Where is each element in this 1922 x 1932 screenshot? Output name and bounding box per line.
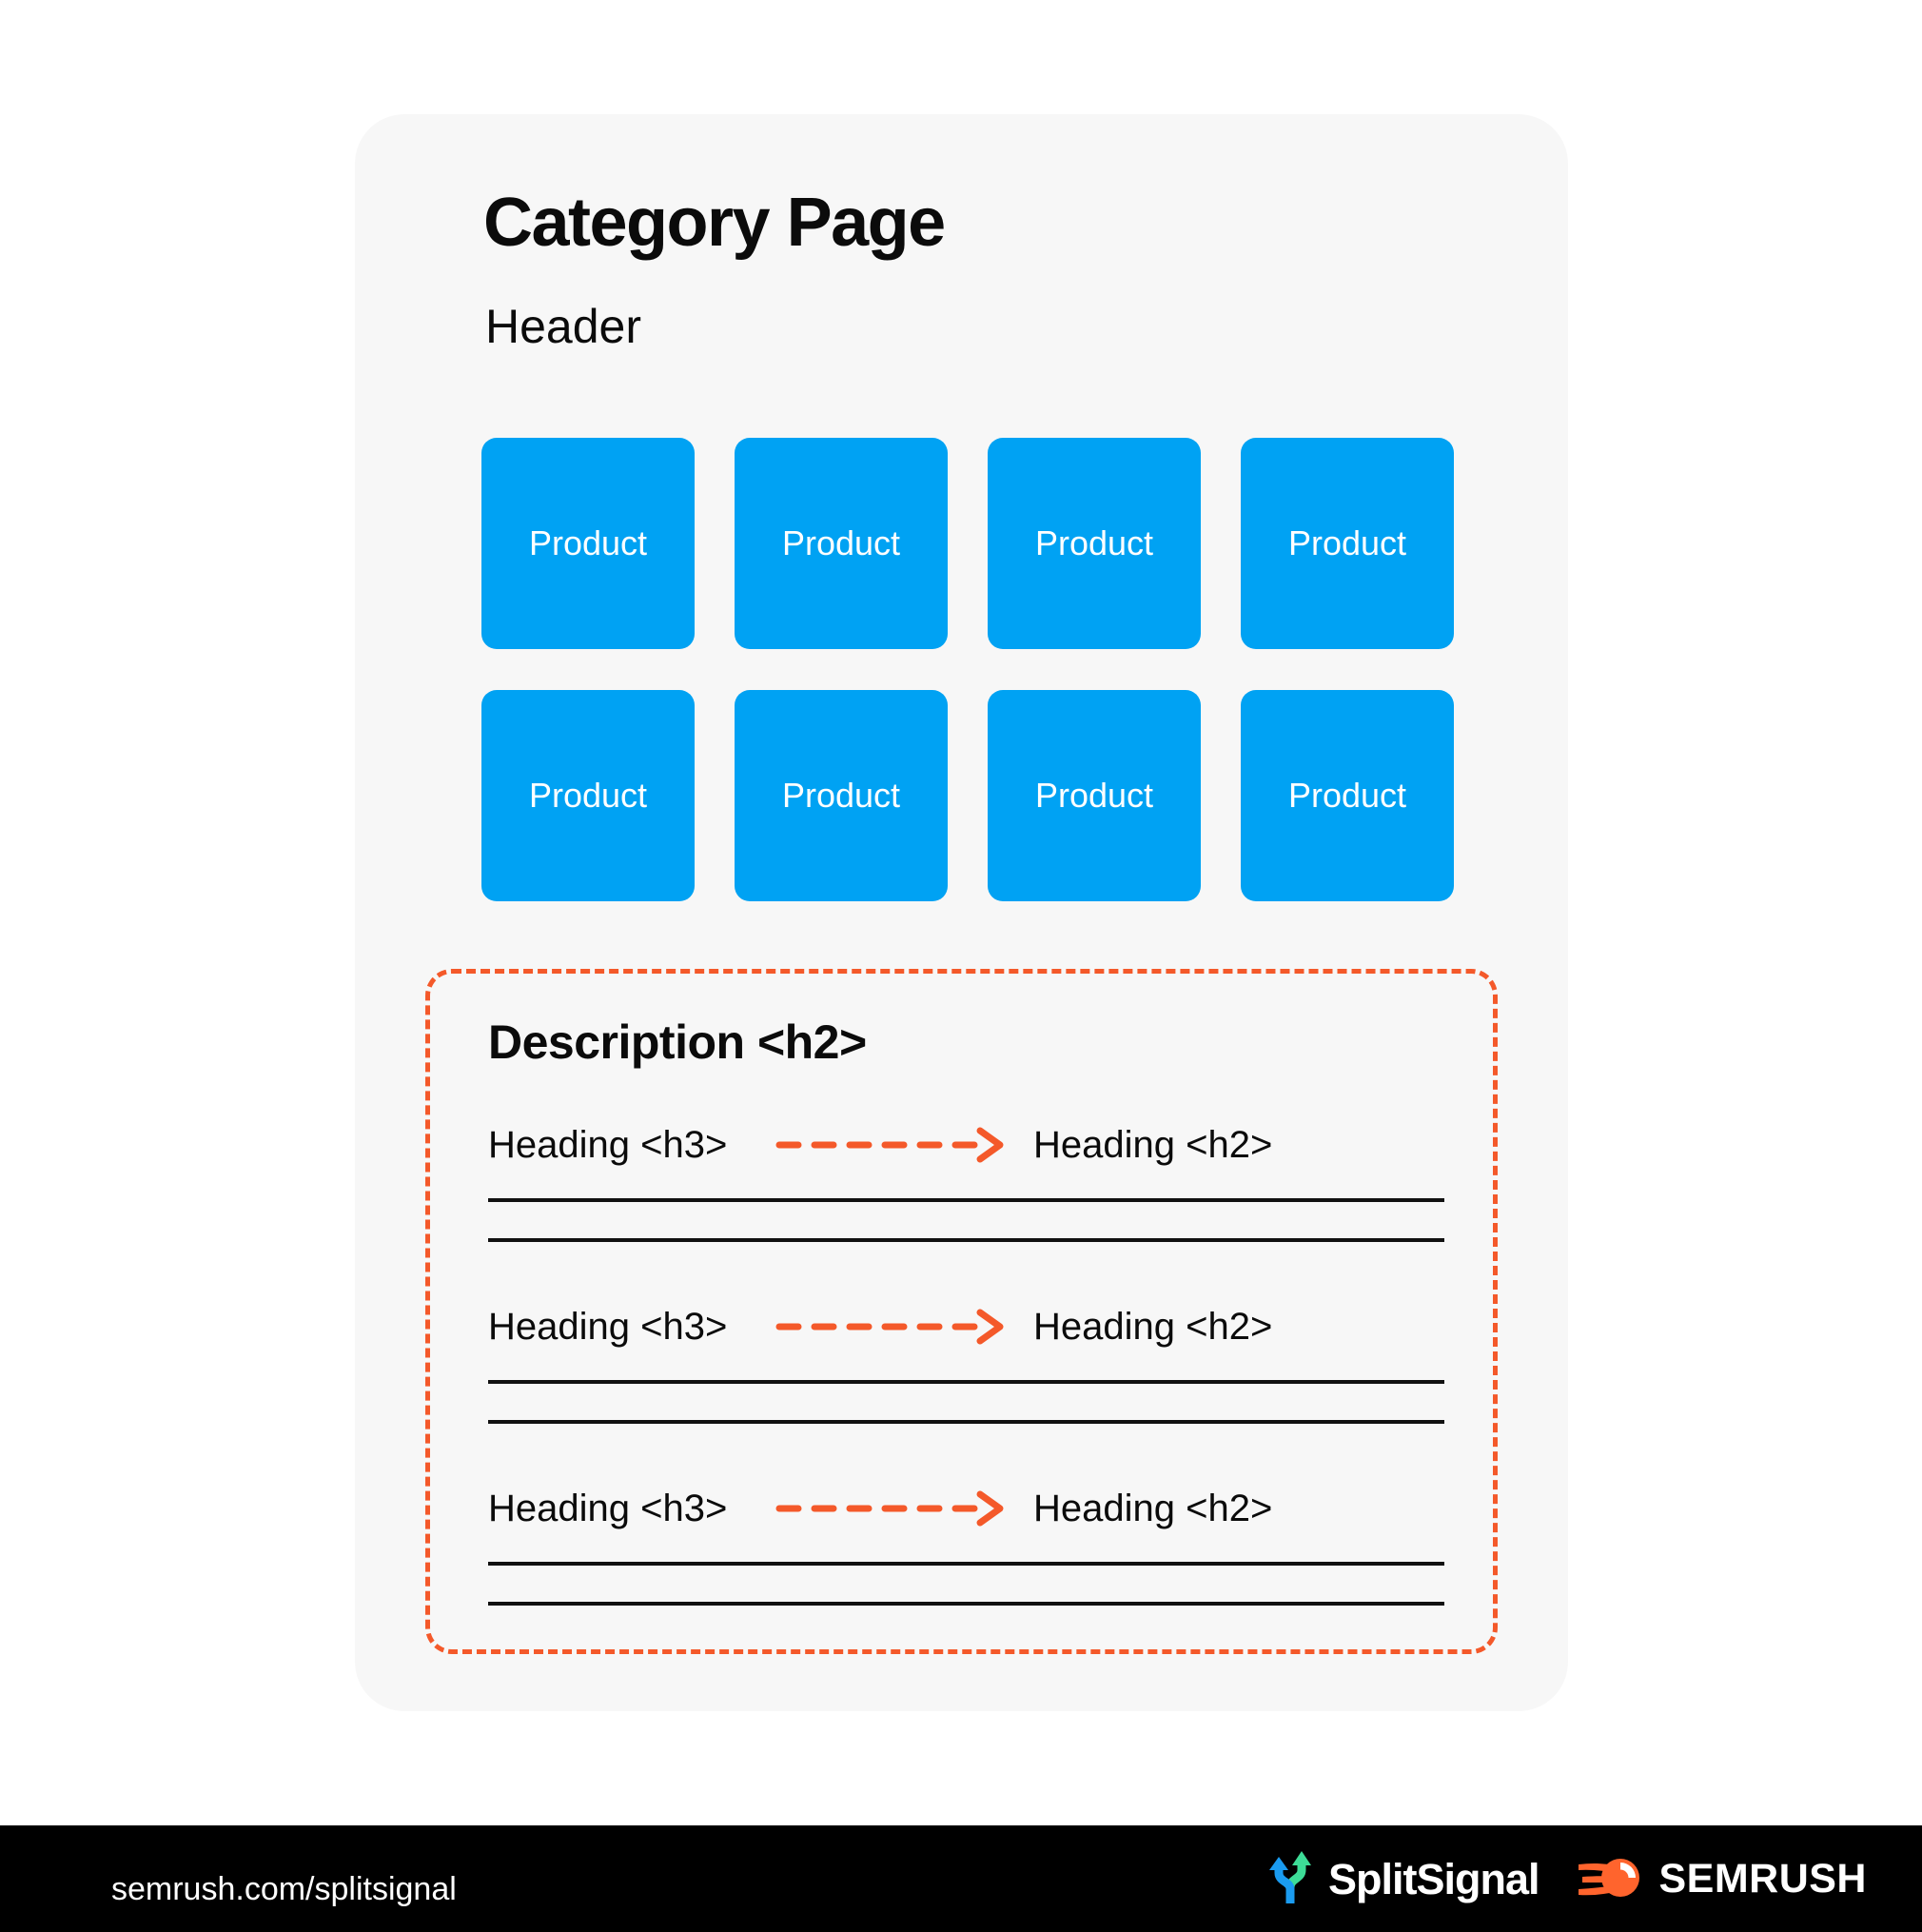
dashed-arrow-right-icon bbox=[775, 1489, 1016, 1528]
heading-source-label: Heading <h3> bbox=[488, 1306, 728, 1348]
text-rule-line bbox=[488, 1238, 1444, 1242]
splitsignal-fork-arrows-icon bbox=[1265, 1849, 1315, 1909]
product-tile-label: Product bbox=[528, 776, 648, 815]
semrush-comet-icon bbox=[1577, 1853, 1645, 1905]
product-tile-label: Product bbox=[1287, 776, 1407, 815]
splitsignal-logo: SplitSignal bbox=[1265, 1849, 1540, 1909]
heading-block-list: Heading <h3> Heading <h2> Heading <h3> H… bbox=[488, 1118, 1444, 1606]
footer-logo-group: SplitSignal SEMRUSH bbox=[1265, 1825, 1867, 1932]
text-rule-lines bbox=[488, 1380, 1444, 1424]
product-tile[interactable]: Product bbox=[481, 690, 695, 901]
text-rule-line bbox=[488, 1602, 1444, 1606]
semrush-logo: SEMRUSH bbox=[1577, 1853, 1867, 1905]
product-tile-label: Product bbox=[1034, 776, 1154, 815]
heading-transform-row: Heading <h3> Heading <h2> bbox=[488, 1118, 1444, 1172]
category-page-mock-card: Category Page Header Product Product Pro… bbox=[355, 114, 1568, 1711]
product-tile-label: Product bbox=[781, 776, 901, 815]
dashed-arrow-right-icon bbox=[775, 1308, 1016, 1346]
text-rule-line bbox=[488, 1380, 1444, 1384]
product-tile[interactable]: Product bbox=[1241, 690, 1454, 901]
heading-target-label: Heading <h2> bbox=[1033, 1124, 1273, 1166]
heading-block: Heading <h3> Heading <h2> bbox=[488, 1482, 1444, 1606]
splitsignal-wordmark: SplitSignal bbox=[1327, 1854, 1540, 1903]
product-grid: Product Product Product Product Product … bbox=[481, 438, 1454, 901]
text-rule-lines bbox=[488, 1198, 1444, 1242]
page-subtitle-header: Header bbox=[485, 300, 641, 353]
text-rule-line bbox=[488, 1420, 1444, 1424]
product-tile-label: Product bbox=[1287, 523, 1407, 562]
description-title: Description <h2> bbox=[488, 1015, 867, 1069]
product-tile[interactable]: Product bbox=[988, 690, 1201, 901]
text-rule-lines bbox=[488, 1562, 1444, 1606]
product-row: Product Product Product Product bbox=[481, 438, 1454, 649]
product-tile[interactable]: Product bbox=[735, 438, 948, 649]
footer-url[interactable]: semrush.com/splitsignal bbox=[111, 1873, 457, 1905]
heading-block: Heading <h3> Heading <h2> bbox=[488, 1118, 1444, 1242]
heading-transform-row: Heading <h3> Heading <h2> bbox=[488, 1482, 1444, 1535]
heading-transform-row: Heading <h3> Heading <h2> bbox=[488, 1300, 1444, 1353]
description-highlight-box: Description <h2> Heading <h3> Heading <h… bbox=[425, 969, 1498, 1654]
footer-bar: semrush.com/splitsignal SplitSignal SEMR… bbox=[0, 1825, 1922, 1932]
text-rule-line bbox=[488, 1562, 1444, 1566]
product-tile[interactable]: Product bbox=[1241, 438, 1454, 649]
product-tile[interactable]: Product bbox=[735, 690, 948, 901]
heading-source-label: Heading <h3> bbox=[488, 1488, 728, 1529]
product-row: Product Product Product Product bbox=[481, 690, 1454, 901]
dashed-arrow-right-icon bbox=[775, 1126, 1016, 1164]
heading-source-label: Heading <h3> bbox=[488, 1124, 728, 1166]
product-tile-label: Product bbox=[781, 523, 901, 562]
page-title: Category Page bbox=[483, 185, 946, 261]
product-tile-label: Product bbox=[1034, 523, 1154, 562]
heading-target-label: Heading <h2> bbox=[1033, 1306, 1273, 1348]
screenshot-root: Category Page Header Product Product Pro… bbox=[0, 0, 1922, 1932]
product-tile[interactable]: Product bbox=[481, 438, 695, 649]
heading-target-label: Heading <h2> bbox=[1033, 1488, 1273, 1529]
semrush-wordmark: SEMRUSH bbox=[1658, 1855, 1867, 1902]
product-tile[interactable]: Product bbox=[988, 438, 1201, 649]
product-tile-label: Product bbox=[528, 523, 648, 562]
text-rule-line bbox=[488, 1198, 1444, 1202]
heading-block: Heading <h3> Heading <h2> bbox=[488, 1300, 1444, 1424]
